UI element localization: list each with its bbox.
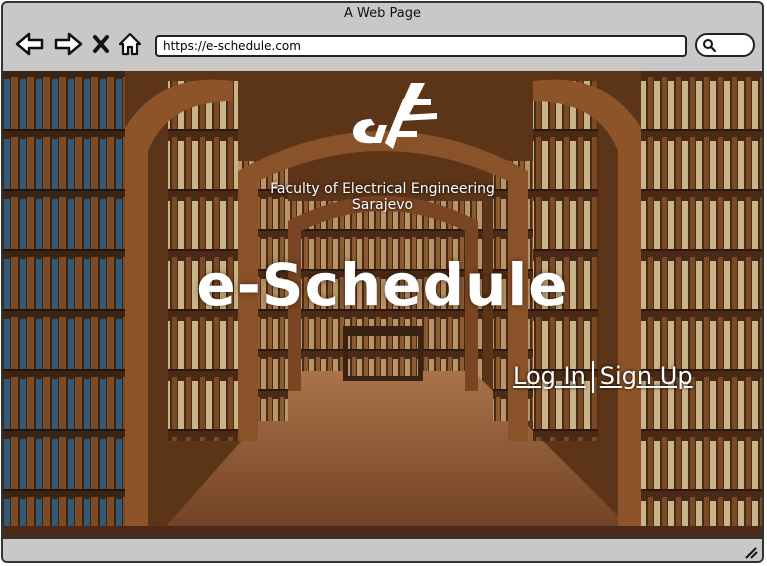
link-separator [591,361,594,393]
window-title: A Web Page [344,6,421,21]
login-link[interactable]: Log In [513,362,586,390]
faculty-name: Faculty of Electrical Engineering Saraje… [3,181,762,213]
page-content: Faculty of Electrical Engineering Saraje… [3,71,762,541]
search-icon [703,39,716,52]
back-icon[interactable] [15,31,45,57]
browser-toolbar: https://e-schedule.com [3,25,762,71]
url-input[interactable]: https://e-schedule.com [155,35,687,57]
browser-window: A Web Page https://e-schedule.com Facult… [1,1,764,563]
auth-links: Log In Sign Up [513,361,693,393]
resize-handle-icon[interactable] [742,545,758,559]
status-bar [3,537,762,561]
home-icon[interactable] [117,31,143,57]
stop-icon[interactable] [91,31,111,57]
search-box[interactable] [695,33,755,57]
faculty-name-line2: Sarajevo [351,197,414,213]
faculty-logo-icon [353,83,437,149]
app-title: e-Schedule [196,251,569,319]
faculty-name-line1: Faculty of Electrical Engineering [270,181,495,197]
signup-link[interactable]: Sign Up [600,362,693,390]
forward-icon[interactable] [53,31,83,57]
